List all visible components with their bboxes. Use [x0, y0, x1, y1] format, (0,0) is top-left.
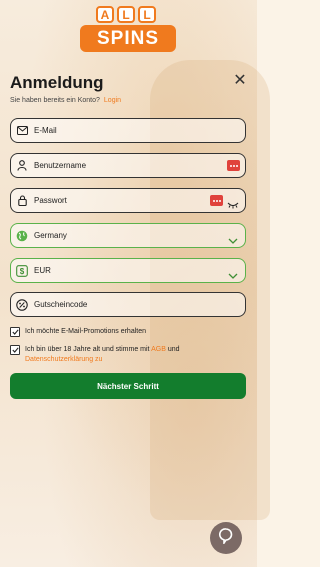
terms-text-and: und [167, 346, 180, 353]
currency-value: EUR [34, 266, 51, 275]
allspins-logo: A L L SPINS [80, 6, 176, 52]
globe-icon [16, 230, 28, 242]
chevron-down-icon [228, 231, 238, 244]
login-prompt-text: Sie haben bereits ein Konto? [10, 97, 100, 104]
chevron-down-icon [228, 266, 238, 279]
dialog-title: Anmeldung [10, 73, 104, 92]
hide-password-icon[interactable] [227, 196, 239, 208]
promo-code-field[interactable]: Gutscheincode [10, 292, 246, 317]
password-placeholder: Passwort [34, 196, 67, 205]
password-field[interactable]: Passwort [10, 188, 246, 213]
chat-icon [219, 527, 233, 549]
agb-link[interactable]: AGB [151, 346, 166, 353]
terms-text-start: Ich bin über 18 Jahre alt und stimme mit [25, 346, 150, 353]
logo-tile-l2: L [138, 6, 156, 23]
envelope-icon [16, 125, 28, 137]
promotions-checkbox-label: Ich möchte E-Mail-Promotions erhalten [25, 328, 146, 335]
email-field[interactable]: E-Mail [10, 118, 246, 143]
user-icon [16, 160, 28, 172]
logo-tile-a: A [96, 6, 114, 23]
close-icon[interactable]: ✕ [232, 73, 248, 89]
username-placeholder: Benutzername [34, 161, 87, 170]
terms-checkbox[interactable] [10, 345, 20, 355]
money-icon: $ [16, 264, 28, 277]
chat-button[interactable] [210, 522, 242, 554]
promotions-checkbox[interactable] [10, 327, 20, 337]
login-link[interactable]: Login [104, 97, 121, 104]
promo-code-placeholder: Gutscheincode [34, 300, 88, 309]
password-manager-icon[interactable] [227, 160, 240, 171]
voucher-icon [16, 298, 28, 311]
svg-text:$: $ [20, 267, 25, 276]
lock-icon [16, 195, 28, 207]
country-value: Germany [34, 231, 67, 240]
currency-select[interactable]: $ EUR [10, 258, 246, 283]
logo-tile-l1: L [117, 6, 135, 23]
promotions-checkbox-row[interactable]: Ich möchte E-Mail-Promotions erhalten [10, 327, 146, 337]
next-step-button[interactable]: Nächster Schritt [10, 373, 246, 399]
terms-checkbox-row[interactable]: Ich bin über 18 Jahre alt und stimme mit… [10, 345, 210, 365]
email-placeholder: E-Mail [34, 126, 57, 135]
password-manager-icon[interactable] [210, 195, 223, 206]
privacy-link[interactable]: Datenschutzerklärung zu [25, 356, 102, 363]
terms-checkbox-label: Ich bin über 18 Jahre alt und stimme mit… [25, 345, 180, 365]
logo-spins: SPINS [80, 25, 176, 52]
username-field[interactable]: Benutzername [10, 153, 246, 178]
country-select[interactable]: Germany [10, 223, 246, 248]
login-prompt: Sie haben bereits ein Konto? Login [10, 97, 121, 104]
